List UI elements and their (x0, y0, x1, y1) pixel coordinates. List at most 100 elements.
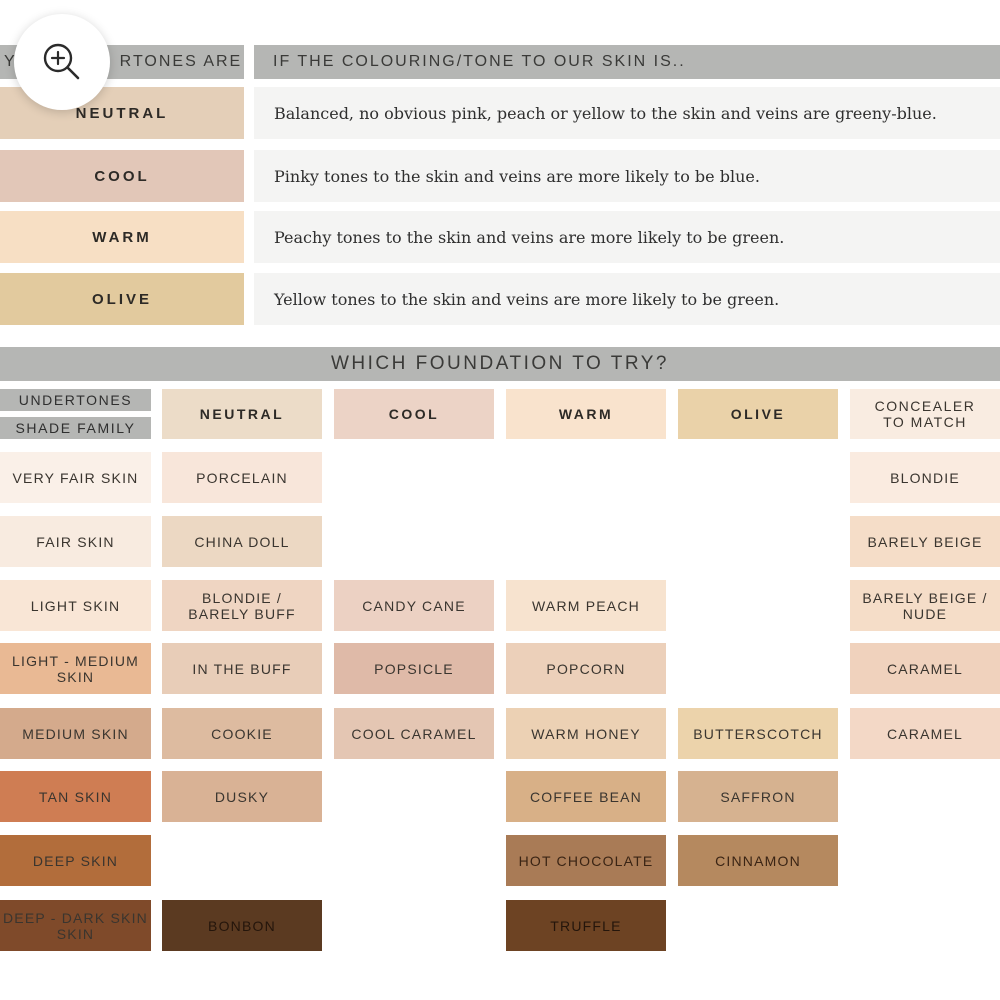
shade-family-text: DEEP - DARK SKIN SKIN (3, 909, 148, 942)
foundation-cell-neutral: BONBON (162, 900, 322, 951)
foundation-cell-text: DUSKY (214, 788, 270, 805)
undertone-description-neutral: Balanced, no obvious pink, peach or yell… (254, 87, 1000, 139)
foundation-cell-olive: BUTTERSCOTCH (678, 708, 838, 759)
foundation-cell-cool: CANDY CANE (334, 580, 494, 631)
foundation-cell-text: CINNAMON (715, 852, 801, 869)
foundation-cell-text: BLONDIE / BARELY BUFF (188, 589, 296, 622)
foundation-cell-text: SAFFRON (720, 788, 796, 805)
foundation-cell-warm: POPCORN (506, 643, 666, 694)
corner-shade-family-text: SHADE FAMILY (15, 420, 136, 436)
foundation-cell-neutral: PORCELAIN (162, 452, 322, 503)
shade-family-label: MEDIUM SKIN (0, 708, 151, 759)
undertone-description-text: Peachy tones to the skin and veins are m… (274, 227, 785, 247)
foundation-cell-concealer: BLONDIE (850, 452, 1000, 503)
shade-family-text: MEDIUM SKIN (22, 725, 129, 742)
shade-family-label: LIGHT - MEDIUM SKIN (0, 643, 151, 694)
undertone-description-text: Pinky tones to the skin and veins are mo… (274, 166, 760, 186)
undertone-swatch-cool: COOL (0, 150, 244, 202)
foundation-cell-neutral: DUSKY (162, 771, 322, 822)
foundation-cell-neutral: COOKIE (162, 708, 322, 759)
shade-family-label: DEEP - DARK SKIN SKIN (0, 900, 151, 951)
foundation-cell-neutral: CHINA DOLL (162, 516, 322, 567)
foundation-cell-text: COOL CARAMEL (351, 725, 477, 742)
shade-family-text: LIGHT SKIN (30, 597, 121, 614)
foundation-cell-text: POPSICLE (374, 660, 454, 677)
undertone-description-text: Yellow tones to the skin and veins are m… (274, 289, 780, 309)
foundation-cell-olive: CINNAMON (678, 835, 838, 886)
shade-family-label: TAN SKIN (0, 771, 151, 822)
foundation-cell-text: BARELY BEIGE (867, 533, 983, 550)
corner-shade-family-label: SHADE FAMILY (0, 417, 151, 439)
foundation-cell-text: COOKIE (211, 725, 273, 742)
foundation-cell-warm: HOT CHOCOLATE (506, 835, 666, 886)
foundation-cell-text: CARAMEL (886, 725, 964, 742)
foundation-cell-text: POPCORN (546, 660, 626, 677)
undertone-description-olive: Yellow tones to the skin and veins are m… (254, 273, 1000, 325)
column-header-text: CONCEALER TO MATCH (874, 398, 976, 430)
foundation-cell-warm: WARM HONEY (506, 708, 666, 759)
foundation-cell-cool: POPSICLE (334, 643, 494, 694)
shade-family-text: DEEP SKIN (32, 852, 119, 869)
zoom-in-icon (43, 43, 80, 80)
foundation-cell-neutral: IN THE BUFF (162, 643, 322, 694)
foundation-cell-text: PORCELAIN (196, 469, 288, 486)
foundation-cell-text: COFFEE BEAN (530, 788, 642, 805)
undertone-header-suffix: RTONES ARE (119, 53, 243, 70)
undertone-label: NEUTRAL (75, 104, 169, 122)
shade-family-label: LIGHT SKIN (0, 580, 151, 631)
foundation-cell-text: TRUFFLE (550, 917, 622, 934)
zoom-button[interactable] (14, 14, 110, 110)
column-header-neutral: NEUTRAL (162, 389, 322, 439)
undertone-swatch-warm: WARM (0, 211, 244, 263)
foundation-cell-text: BARELY BEIGE / NUDE (862, 589, 988, 622)
foundation-cell-neutral: BLONDIE / BARELY BUFF (162, 580, 322, 631)
column-header-text: WARM (558, 406, 614, 422)
undertone-label: OLIVE (91, 290, 152, 308)
column-header-cool: COOL (334, 389, 494, 439)
foundation-cell-text: CHINA DOLL (194, 533, 290, 550)
foundation-cell-text: WARM PEACH (532, 597, 640, 614)
undertone-label: COOL (94, 167, 150, 185)
corner-undertones-label: UNDERTONES (0, 389, 151, 411)
foundation-cell-text: BONBON (208, 917, 276, 934)
foundation-cell-concealer: CARAMEL (850, 708, 1000, 759)
colouring-header: IF THE COLOURING/TONE TO OUR SKIN IS.. (254, 45, 1000, 79)
column-header-text: COOL (388, 406, 440, 422)
shade-family-label: FAIR SKIN (0, 516, 151, 567)
undertone-swatch-olive: OLIVE (0, 273, 244, 325)
section-title-text: WHICH FOUNDATION TO TRY? (331, 353, 669, 374)
shade-family-label: DEEP SKIN (0, 835, 151, 886)
foundation-cell-concealer: BARELY BEIGE / NUDE (850, 580, 1000, 631)
shade-family-text: VERY FAIR SKIN (12, 469, 139, 486)
foundation-cell-warm: WARM PEACH (506, 580, 666, 631)
section-title: WHICH FOUNDATION TO TRY? (0, 347, 1000, 381)
foundation-cell-cool: COOL CARAMEL (334, 708, 494, 759)
shade-family-label: VERY FAIR SKIN (0, 452, 151, 503)
column-header-warm: WARM (506, 389, 666, 439)
undertone-description-cool: Pinky tones to the skin and veins are mo… (254, 150, 1000, 202)
undertone-label: WARM (92, 228, 152, 246)
undertone-description-warm: Peachy tones to the skin and veins are m… (254, 211, 1000, 263)
foundation-cell-concealer: CARAMEL (850, 643, 1000, 694)
column-header-concealer: CONCEALER TO MATCH (850, 389, 1000, 439)
column-header-text: NEUTRAL (199, 406, 285, 422)
column-header-olive: OLIVE (678, 389, 838, 439)
corner-undertones-text: UNDERTONES (18, 392, 133, 408)
foundation-cell-text: CANDY CANE (362, 597, 466, 614)
foundation-cell-warm: COFFEE BEAN (506, 771, 666, 822)
colouring-header-label: IF THE COLOURING/TONE TO OUR SKIN IS.. (273, 53, 686, 70)
foundation-cell-text: CARAMEL (886, 660, 964, 677)
foundation-cell-text: BUTTERSCOTCH (693, 725, 823, 742)
foundation-cell-warm: TRUFFLE (506, 900, 666, 951)
foundation-cell-text: IN THE BUFF (192, 660, 292, 677)
shade-family-text: LIGHT - MEDIUM SKIN (12, 652, 139, 685)
undertone-description-text: Balanced, no obvious pink, peach or yell… (274, 103, 937, 123)
foundation-cell-concealer: BARELY BEIGE (850, 516, 1000, 567)
foundation-cell-text: HOT CHOCOLATE (518, 852, 654, 869)
foundation-cell-text: WARM HONEY (531, 725, 641, 742)
foundation-cell-olive: SAFFRON (678, 771, 838, 822)
column-header-text: OLIVE (730, 406, 786, 422)
shade-family-text: FAIR SKIN (36, 533, 115, 550)
shade-family-text: TAN SKIN (38, 788, 113, 805)
foundation-cell-text: BLONDIE (890, 469, 960, 486)
